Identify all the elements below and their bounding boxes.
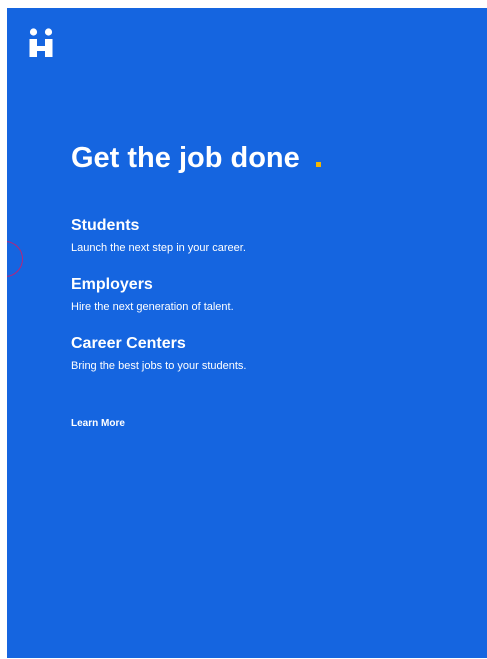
section-employers: Employers Hire the next generation of ta… (71, 275, 234, 314)
section-students: Students Launch the next step in your ca… (71, 216, 246, 255)
hero-panel: Get the job done Students Launch the nex… (7, 8, 487, 658)
section-description: Launch the next step in your career. (71, 242, 246, 254)
section-description: Bring the best jobs to your students. (71, 360, 247, 372)
handshake-logo-icon[interactable] (28, 28, 54, 58)
focus-ring-indicator (7, 241, 23, 277)
section-title: Career Centers (71, 335, 186, 352)
section-title: Employers (71, 276, 153, 293)
page-title: Get the job done (71, 140, 451, 176)
learn-more-link[interactable]: Learn More (71, 418, 125, 429)
accent-dot (315, 162, 321, 167)
section-career-centers: Career Centers Bring the best jobs to yo… (71, 334, 247, 373)
headline-text: Get the job done (71, 142, 300, 174)
hero-content: Get the job done Students Launch the nex… (71, 140, 451, 429)
section-title: Students (71, 217, 140, 234)
section-description: Hire the next generation of talent. (71, 301, 234, 313)
